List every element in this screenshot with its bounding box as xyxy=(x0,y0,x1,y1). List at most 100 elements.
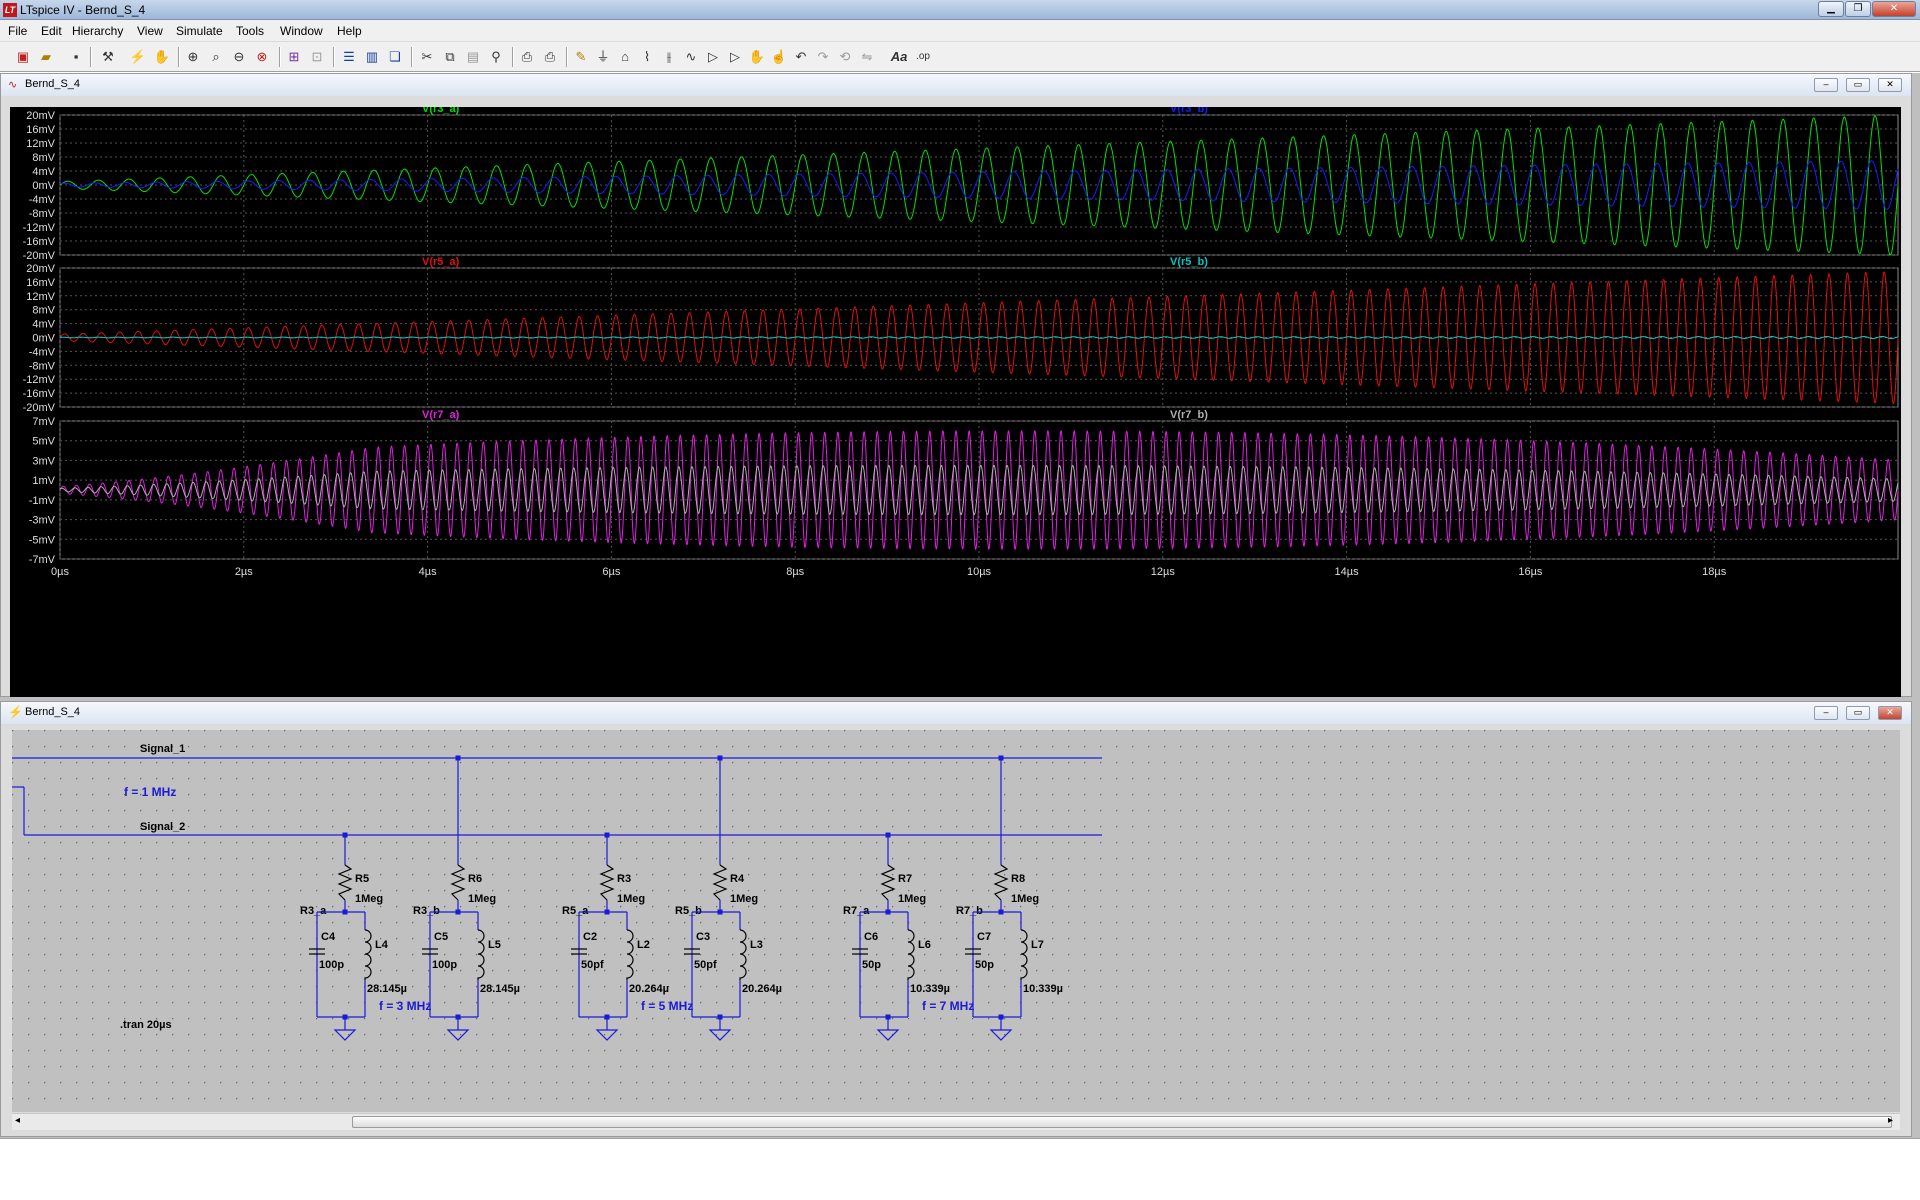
find-icon[interactable]: ⚲ xyxy=(487,48,505,66)
capacitor-value: 50p xyxy=(975,959,994,971)
redo-icon[interactable]: ↷ xyxy=(814,48,832,66)
spice-directive-icon[interactable]: .op xyxy=(914,48,932,66)
menu-help[interactable]: Help xyxy=(337,24,362,38)
scroll-right-icon[interactable]: ▸ xyxy=(1888,1115,1893,1126)
maximize-icon[interactable]: ▭ xyxy=(1846,78,1870,92)
minimize-icon[interactable]: ▁ xyxy=(1818,1,1844,17)
rotate-icon[interactable]: ⟲ xyxy=(836,48,854,66)
text-icon[interactable]: Aa xyxy=(890,48,908,66)
y-tick-label: 16mV xyxy=(26,277,55,289)
y-tick-label: -3mV xyxy=(29,515,56,527)
cut-icon[interactable]: ✂ xyxy=(418,48,436,66)
app-title-bar: LT LTspice IV - Bernd_S_4 ▁ ❐ ✕ xyxy=(0,0,1920,20)
horizontal-scrollbar[interactable]: ◂ ▸ xyxy=(12,1113,1900,1130)
capacitor-value: 100p xyxy=(432,959,457,971)
schematic-svg[interactable]: Signal_1 Signal_2 f = 1 MHz .tran 20µs R5 1Me… xyxy=(12,730,1900,1112)
toolbar-separator xyxy=(411,47,413,67)
paste-icon[interactable]: ▤ xyxy=(464,48,482,66)
wire-icon[interactable]: ✎ xyxy=(572,48,590,66)
frequency-comment: f = 7 MHz xyxy=(922,999,974,1013)
maximize-icon[interactable]: ▭ xyxy=(1846,706,1870,720)
cascade-icon[interactable]: ❏ xyxy=(386,48,404,66)
toolbar-separator xyxy=(566,47,568,67)
resistor-value: 1Meg xyxy=(730,893,758,905)
resistor-ref: R8 xyxy=(1011,873,1025,885)
halt-icon[interactable]: ✋ xyxy=(153,48,171,66)
resistor-value: 1Meg xyxy=(355,893,383,905)
diode-icon[interactable]: ▷ xyxy=(704,48,722,66)
toolbar-separator xyxy=(512,47,514,67)
zoom-area-icon[interactable]: ⌕ xyxy=(207,48,225,66)
menu-simulate[interactable]: Simulate xyxy=(176,24,223,38)
capacitor-icon[interactable]: ⫲ xyxy=(660,48,678,66)
zoom-out-icon[interactable]: ⊖ xyxy=(230,48,248,66)
menu-window[interactable]: Window xyxy=(280,24,323,38)
maximize-icon[interactable]: ❐ xyxy=(1845,1,1871,17)
waveform-window-titlebar: ∿ Bernd_S_4 – ▭ ✕ xyxy=(1,74,1911,96)
drag-icon[interactable]: ☝ xyxy=(770,48,788,66)
close-icon[interactable]: ✕ xyxy=(1878,78,1902,92)
inductor-icon[interactable]: ∿ xyxy=(682,48,700,66)
mirror-icon[interactable]: ⇋ xyxy=(858,48,876,66)
resistor-value: 1Meg xyxy=(617,893,645,905)
minimize-icon[interactable]: – xyxy=(1814,78,1838,92)
undo-icon[interactable]: ↶ xyxy=(792,48,810,66)
resistor-icon[interactable]: ⌇ xyxy=(638,48,656,66)
menu-tools[interactable]: Tools xyxy=(236,24,264,38)
net-label-signal-2: Signal_2 xyxy=(140,821,185,833)
print-icon[interactable]: ⎙ xyxy=(541,48,559,66)
menu-hierarchy[interactable]: Hierarchy xyxy=(72,24,123,38)
waveform-plot[interactable]: 20mV 16mV 12mV 8mV 4mV 0mV -4mV -8mV -12mV -16mV -… xyxy=(10,103,1901,697)
y-tick-label: 0mV xyxy=(32,333,55,345)
inductor-value: 28.145µ xyxy=(367,983,407,995)
y-tick-label: 12mV xyxy=(26,138,55,150)
y-tick-label: 1mV xyxy=(32,475,55,487)
grid-icon[interactable]: ⊡ xyxy=(308,48,326,66)
move-icon[interactable]: ✋ xyxy=(748,48,766,66)
minimize-icon[interactable]: – xyxy=(1814,706,1838,720)
capacitor-ref: C6 xyxy=(864,931,878,943)
close-icon[interactable]: ✕ xyxy=(1872,1,1916,17)
autorange-icon[interactable]: ⊞ xyxy=(285,48,303,66)
frequency-comment: f = 5 MHz xyxy=(641,999,693,1013)
control-panel-icon[interactable]: ⚒ xyxy=(99,48,117,66)
tile-vertical-icon[interactable]: ▥ xyxy=(363,48,381,66)
x-tick-label: 6µs xyxy=(602,566,620,578)
waveform-window: ∿ Bernd_S_4 – ▭ ✕ 20mV 16mV 12mV 8mV 4mV 0mV -… xyxy=(0,73,1912,697)
resistor-value: 1Meg xyxy=(468,893,496,905)
ground-icon[interactable]: ⏚ xyxy=(594,48,612,66)
schematic-canvas[interactable]: Signal_1 Signal_2 f = 1 MHz .tran 20µs R5 1Me… xyxy=(12,730,1900,1112)
schematic-window-title: Bernd_S_4 xyxy=(25,706,81,718)
y-tick-label: -8mV xyxy=(29,208,56,220)
zoom-in-icon[interactable]: ⊕ xyxy=(184,48,202,66)
waveform-plot-svg[interactable]: 20mV16mV12mV8mV4mV0mV-4mV-8mV-12mV-16mV-… xyxy=(10,103,1901,697)
capacitor-value: 50pf xyxy=(581,959,604,971)
open-icon[interactable]: ▰ xyxy=(37,48,55,66)
y-tick-label: -16mV xyxy=(23,236,56,248)
menu-view[interactable]: View xyxy=(137,24,163,38)
scrollbar-thumb[interactable] xyxy=(352,1116,1892,1128)
x-tick-label: 16µs xyxy=(1518,566,1543,578)
scroll-left-icon[interactable]: ◂ xyxy=(15,1115,20,1126)
label-icon[interactable]: ⌂ xyxy=(616,48,634,66)
net-label-signal-1: Signal_1 xyxy=(140,743,185,755)
copy-icon[interactable]: ⧉ xyxy=(441,48,459,66)
toolbar: ▣ ▰ ▪ ⚒ ⚡ ✋ ⊕ ⌕ ⊖ ⊗ ⊞ ⊡ ☰ ▥ ❏ ✂ ⧉ ▤ ⚲ ⎙ … xyxy=(0,42,1920,72)
y-tick-label: -1mV xyxy=(29,495,56,507)
print-setup-icon[interactable]: ⎙ xyxy=(518,48,536,66)
capacitor-ref: C5 xyxy=(434,931,448,943)
zoom-fit-icon[interactable]: ⊗ xyxy=(253,48,271,66)
resistor-ref: R5 xyxy=(355,873,369,885)
inductor-value: 20.264µ xyxy=(629,983,669,995)
menu-file[interactable]: File xyxy=(8,24,27,38)
close-icon[interactable]: ✕ xyxy=(1878,706,1902,720)
grid-background xyxy=(12,730,1900,1112)
tile-horizontal-icon[interactable]: ☰ xyxy=(340,48,358,66)
component-icon[interactable]: ▷ xyxy=(726,48,744,66)
save-icon[interactable]: ▪ xyxy=(67,48,85,66)
menu-edit[interactable]: Edit xyxy=(41,24,62,38)
new-schematic-icon[interactable]: ▣ xyxy=(14,48,32,66)
capacitor-value: 50pf xyxy=(694,959,717,971)
run-icon[interactable]: ⚡ xyxy=(129,48,147,66)
y-tick-label: 8mV xyxy=(32,305,55,317)
